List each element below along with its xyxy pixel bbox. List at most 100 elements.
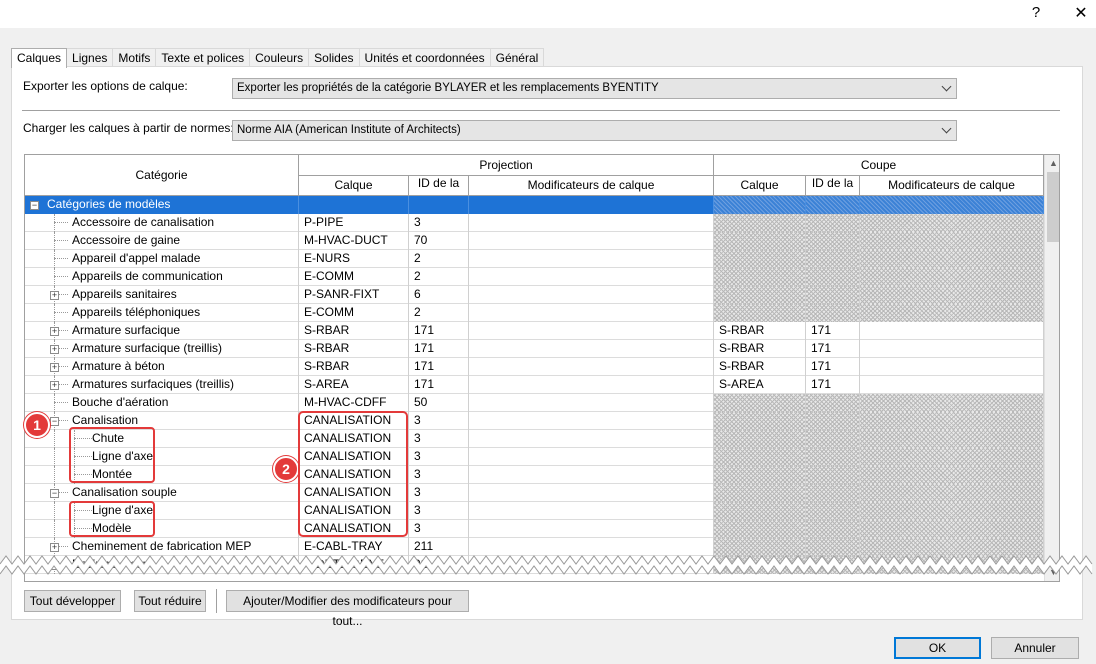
coupe-id-cell[interactable]: 171	[806, 358, 860, 376]
coupe-id-cell[interactable]	[806, 448, 860, 466]
category-cell[interactable]: + Environnement	[25, 556, 299, 574]
tab-general[interactable]: Général	[489, 48, 545, 67]
coupe-layer-cell[interactable]	[714, 250, 806, 268]
projection-layer-cell[interactable]: E-COMM	[299, 304, 409, 322]
coupe-layer-cell[interactable]	[714, 412, 806, 430]
help-button[interactable]: ?	[1029, 4, 1043, 21]
coupe-modifiers-cell[interactable]	[860, 430, 1044, 448]
projection-id-cell[interactable]: 3	[409, 430, 469, 448]
projection-modifiers-cell[interactable]	[469, 556, 714, 574]
category-cell[interactable]: Montée	[25, 466, 299, 484]
expand-icon[interactable]: +	[50, 363, 59, 372]
coupe-layer-cell[interactable]	[714, 214, 806, 232]
collapse-icon[interactable]: −	[50, 489, 59, 498]
table-row[interactable]: Appareils de communication E-COMM 2	[25, 268, 1044, 286]
coupe-modifiers-cell[interactable]	[860, 340, 1044, 358]
tab-calques[interactable]: Calques	[11, 48, 68, 68]
collapse-icon[interactable]: −	[30, 201, 39, 210]
category-cell[interactable]: + Armature surfacique (treillis)	[25, 340, 299, 358]
scroll-down-icon[interactable]: ▼	[1045, 564, 1059, 581]
coupe-modifiers-cell[interactable]	[860, 502, 1044, 520]
projection-layer-cell[interactable]: E-COMM	[299, 268, 409, 286]
coupe-id-cell[interactable]	[806, 268, 860, 286]
projection-layer-cell[interactable]: S-RBAR	[299, 322, 409, 340]
coupe-id-cell[interactable]	[806, 286, 860, 304]
coupe-layer-cell[interactable]	[714, 430, 806, 448]
coupe-layer-cell[interactable]	[714, 466, 806, 484]
coupe-id-cell[interactable]	[806, 196, 860, 214]
projection-id-cell[interactable]: 211	[409, 538, 469, 556]
projection-id-cell[interactable]: 2	[409, 268, 469, 286]
coupe-id-cell[interactable]	[806, 394, 860, 412]
coupe-modifiers-cell[interactable]	[860, 232, 1044, 250]
tab-motifs[interactable]: Motifs	[112, 48, 157, 67]
projection-modifiers-cell[interactable]	[469, 394, 714, 412]
table-row[interactable]: − Canalisation CANALISATION 3	[25, 412, 1044, 430]
tab-couleurs[interactable]: Couleurs	[249, 48, 310, 67]
projection-id-cell[interactable]: 171	[409, 376, 469, 394]
projection-modifiers-cell[interactable]	[469, 232, 714, 250]
coupe-modifiers-cell[interactable]	[860, 466, 1044, 484]
header-coupe-calque[interactable]: Calque	[714, 176, 806, 196]
coupe-layer-cell[interactable]	[714, 232, 806, 250]
projection-id-cell[interactable]: 3	[409, 412, 469, 430]
category-cell[interactable]: Appareil d'appel malade	[25, 250, 299, 268]
category-cell[interactable]: Chute	[25, 430, 299, 448]
tab-texte-polices[interactable]: Texte et polices	[155, 48, 251, 67]
header-proj-calque[interactable]: Calque	[299, 176, 409, 196]
projection-modifiers-cell[interactable]	[469, 214, 714, 232]
projection-layer-cell[interactable]: E-CABL-TRAY	[299, 538, 409, 556]
table-row[interactable]: Montée CANALISATION 3	[25, 466, 1044, 484]
projection-layer-cell[interactable]: A-DETL-GENF	[299, 556, 409, 574]
projection-modifiers-cell[interactable]	[469, 538, 714, 556]
table-row[interactable]: Chute CANALISATION 3	[25, 430, 1044, 448]
projection-layer-cell[interactable]: E-NURS	[299, 250, 409, 268]
expand-icon[interactable]: +	[50, 381, 59, 390]
category-cell[interactable]: Ligne d'axe	[25, 502, 299, 520]
coupe-id-cell[interactable]	[806, 484, 860, 502]
coupe-layer-cell[interactable]	[714, 448, 806, 466]
table-row[interactable]: Ligne d'axe CANALISATION 3	[25, 448, 1044, 466]
projection-modifiers-cell[interactable]	[469, 196, 714, 214]
category-cell[interactable]: Appareils de communication	[25, 268, 299, 286]
projection-layer-cell[interactable]: S-RBAR	[299, 340, 409, 358]
category-cell[interactable]: Accessoire de gaine	[25, 232, 299, 250]
projection-layer-cell[interactable]: P-PIPE	[299, 214, 409, 232]
projection-layer-cell[interactable]: S-RBAR	[299, 358, 409, 376]
coupe-layer-cell[interactable]: S-RBAR	[714, 340, 806, 358]
projection-id-cell[interactable]: 171	[409, 340, 469, 358]
coupe-layer-cell[interactable]	[714, 502, 806, 520]
projection-modifiers-cell[interactable]	[469, 430, 714, 448]
category-cell[interactable]: Bouche d'aération	[25, 394, 299, 412]
table-row[interactable]: + Armatures surfaciques (treillis) S-AREA 1…	[25, 376, 1044, 394]
coupe-modifiers-cell[interactable]	[860, 520, 1044, 538]
projection-id-cell[interactable]: 3	[409, 448, 469, 466]
tab-solides[interactable]: Solides	[308, 48, 360, 67]
table-row[interactable]: Modèle CANALISATION 3	[25, 520, 1044, 538]
coupe-layer-cell[interactable]	[714, 538, 806, 556]
coupe-modifiers-cell[interactable]	[860, 412, 1044, 430]
coupe-id-cell[interactable]	[806, 430, 860, 448]
table-row[interactable]: − Canalisation souple CANALISATION 3	[25, 484, 1044, 502]
coupe-id-cell[interactable]: 171	[806, 340, 860, 358]
coupe-layer-cell[interactable]	[714, 394, 806, 412]
scroll-up-icon[interactable]: ▲	[1045, 155, 1059, 172]
coupe-layer-cell[interactable]	[714, 268, 806, 286]
projection-modifiers-cell[interactable]	[469, 340, 714, 358]
header-proj-modificateurs[interactable]: Modificateurs de calque	[469, 176, 714, 196]
table-row[interactable]: − Catégories de modèles	[25, 196, 1044, 214]
collapse-all-button[interactable]: Tout réduire	[134, 590, 206, 612]
projection-id-cell[interactable]: 2	[409, 304, 469, 322]
projection-id-cell[interactable]: 171	[409, 358, 469, 376]
layers-grid[interactable]: Catégorie Projection Coupe Calque ID de …	[24, 154, 1060, 582]
coupe-layer-cell[interactable]: S-AREA	[714, 376, 806, 394]
coupe-modifiers-cell[interactable]	[860, 250, 1044, 268]
coupe-id-cell[interactable]	[806, 556, 860, 574]
category-cell[interactable]: + Cheminement de fabrication MEP	[25, 538, 299, 556]
expand-icon[interactable]: +	[50, 543, 59, 552]
projection-modifiers-cell[interactable]	[469, 412, 714, 430]
coupe-modifiers-cell[interactable]	[860, 448, 1044, 466]
coupe-modifiers-cell[interactable]	[860, 484, 1044, 502]
category-cell[interactable]: Accessoire de canalisation	[25, 214, 299, 232]
projection-modifiers-cell[interactable]	[469, 322, 714, 340]
